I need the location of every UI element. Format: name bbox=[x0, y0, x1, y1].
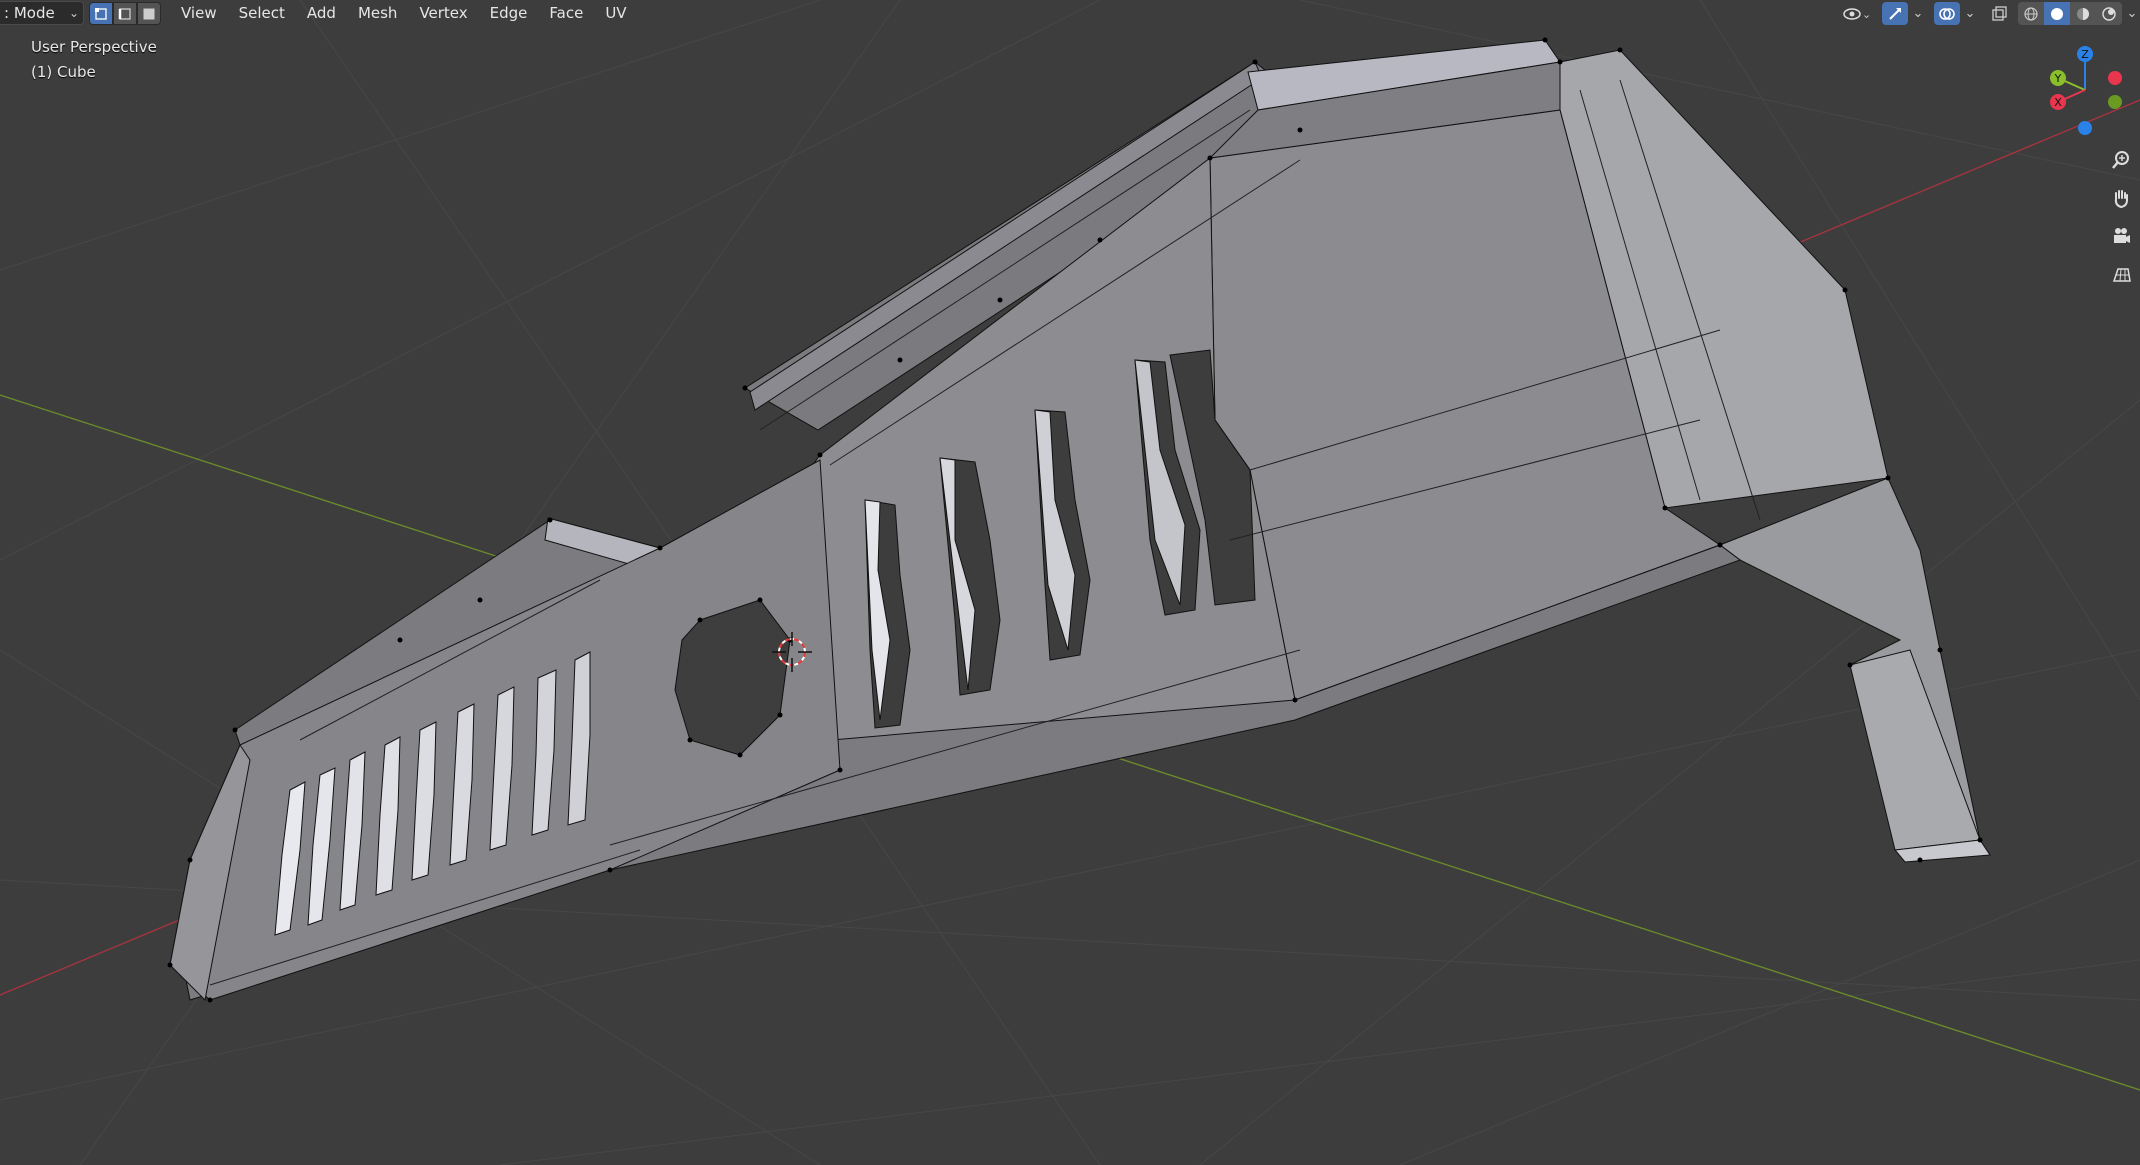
header-right-tools: ⌄ ⌄ ⌄ ⌄ bbox=[1840, 2, 2140, 25]
menu-vertex[interactable]: Vertex bbox=[408, 3, 478, 24]
menu-select[interactable]: Select bbox=[228, 3, 296, 24]
solid-shading-icon[interactable] bbox=[2044, 2, 2070, 25]
gizmo-icon[interactable] bbox=[1882, 2, 1908, 25]
rendered-shading-icon[interactable] bbox=[2096, 2, 2122, 25]
chevron-down-icon: ⌄ bbox=[68, 6, 79, 20]
visibility-icon[interactable]: ⌄ bbox=[1842, 2, 1872, 25]
chevron-down-icon[interactable]: ⌄ bbox=[2124, 2, 2140, 25]
svg-text:⌄: ⌄ bbox=[1862, 8, 1871, 21]
header-menu: View Select Add Mesh Vertex Edge Face UV bbox=[170, 3, 638, 24]
shading-mode-group bbox=[2018, 2, 2122, 25]
select-vertex-icon[interactable] bbox=[89, 2, 113, 25]
select-mode-group bbox=[89, 2, 161, 25]
active-object-label: (1) Cube bbox=[31, 63, 96, 81]
gizmo-z-label: Z bbox=[2081, 48, 2089, 61]
mode-label: : Mode bbox=[4, 4, 55, 22]
gizmo-x-label: X bbox=[2054, 96, 2062, 109]
zoom-icon[interactable] bbox=[2106, 145, 2136, 175]
view-perspective-label: User Perspective bbox=[31, 38, 157, 56]
pan-hand-icon[interactable] bbox=[2106, 183, 2136, 213]
camera-icon[interactable] bbox=[2106, 221, 2136, 251]
gizmo-neg-y-handle bbox=[2108, 95, 2122, 109]
chevron-down-icon[interactable]: ⌄ bbox=[1962, 2, 1978, 25]
wireframe-shading-icon[interactable] bbox=[2018, 2, 2044, 25]
ortho-grid-icon[interactable] bbox=[2106, 259, 2136, 289]
viewport-header: : Mode ⌄ View Select Add Mesh Vertex Edg… bbox=[0, 0, 2140, 27]
overlay-icon[interactable] bbox=[1934, 2, 1960, 25]
select-face-icon[interactable] bbox=[137, 2, 161, 25]
menu-edge[interactable]: Edge bbox=[479, 3, 539, 24]
menu-mesh[interactable]: Mesh bbox=[347, 3, 409, 24]
menu-view[interactable]: View bbox=[170, 3, 228, 24]
menu-uv[interactable]: UV bbox=[594, 3, 637, 24]
navigation-gizmo[interactable]: Z Y X bbox=[2040, 40, 2140, 150]
xray-icon[interactable] bbox=[1986, 2, 2012, 25]
chevron-down-icon[interactable]: ⌄ bbox=[1910, 2, 1926, 25]
menu-add[interactable]: Add bbox=[296, 3, 347, 24]
gizmo-neg-z-handle bbox=[2078, 121, 2092, 135]
material-shading-icon[interactable] bbox=[2070, 2, 2096, 25]
mode-dropdown[interactable]: : Mode ⌄ bbox=[0, 1, 84, 25]
3d-viewport[interactable]: : Mode ⌄ View Select Add Mesh Vertex Edg… bbox=[0, 0, 2140, 1165]
gizmo-y-label: Y bbox=[2054, 72, 2062, 85]
navigation-tools bbox=[2106, 145, 2136, 297]
select-edge-icon[interactable] bbox=[113, 2, 137, 25]
gizmo-neg-x-handle bbox=[2108, 71, 2122, 85]
mesh-scene[interactable] bbox=[0, 0, 2140, 1165]
menu-face[interactable]: Face bbox=[538, 3, 594, 24]
